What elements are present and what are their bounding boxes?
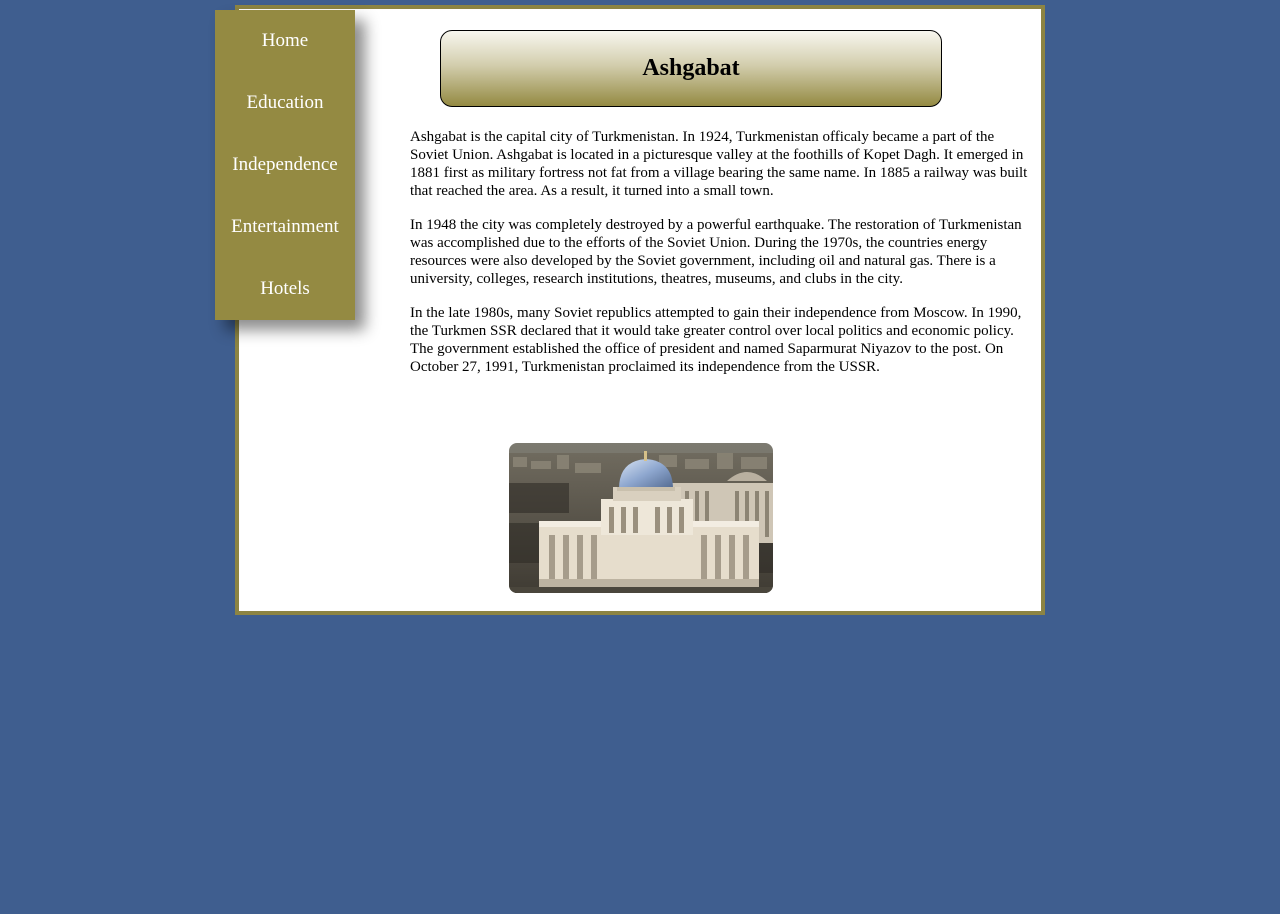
main-content: Ashgabat is the capital city of Turkmeni… — [410, 128, 1036, 392]
palace-photo — [509, 443, 773, 593]
nav-item-home[interactable]: Home — [215, 10, 355, 72]
nav-item-independence[interactable]: Independence — [215, 134, 355, 196]
paragraph-history: Ashgabat is the capital city of Turkmeni… — [410, 129, 1028, 199]
paragraph-earthquake: In 1948 the city was completely destroye… — [410, 217, 1022, 287]
nav-item-hotels[interactable]: Hotels — [215, 258, 355, 320]
nav-item-education[interactable]: Education — [215, 72, 355, 134]
nav-item-entertainment[interactable]: Entertainment — [215, 196, 355, 258]
page-title: Ashgabat — [440, 30, 942, 107]
sidebar-nav: Home Education Independence Entertainmen… — [215, 10, 355, 320]
paragraph-independence: In the late 1980s, many Soviet republics… — [410, 305, 1022, 375]
